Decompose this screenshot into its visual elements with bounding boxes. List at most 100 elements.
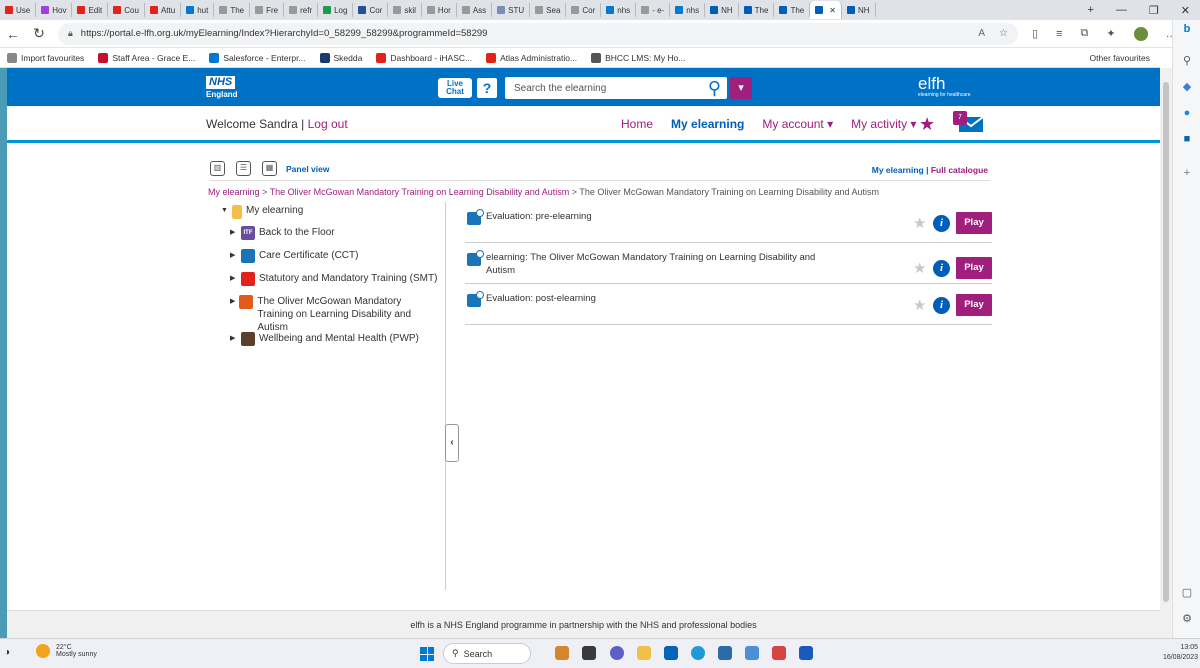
lock-icon[interactable]: 🔒︎ [68, 28, 73, 39]
expand-arrow-icon[interactable]: ▶ [230, 334, 237, 342]
full-catalogue-link[interactable]: Full catalogue [931, 165, 988, 175]
browser-tab[interactable]: Cor [566, 3, 602, 17]
messages-button[interactable]: 7 [951, 111, 985, 133]
play-button[interactable]: Play [956, 257, 992, 279]
info-icon[interactable]: i [933, 297, 950, 314]
sidebar-toggle-icon[interactable]: ▢ [1180, 586, 1194, 600]
tree-item[interactable]: ▶ The Oliver McGowan Mandatory Training o… [230, 295, 438, 334]
refresh-icon[interactable]: ↻ [26, 25, 52, 42]
browser-tab[interactable]: nhs [670, 3, 706, 17]
info-icon[interactable]: i [933, 215, 950, 232]
browser-tab[interactable]: Attu [145, 3, 182, 17]
my-elearning-link[interactable]: My elearning [872, 165, 924, 175]
browser-tab[interactable]: - e- [636, 3, 671, 17]
bing-icon[interactable]: b [1180, 22, 1194, 36]
tree-item[interactable]: ▶ Wellbeing and Mental Health (PWP) [230, 332, 438, 346]
tree-item[interactable]: ▶ ITF Back to the Floor [230, 226, 438, 240]
browser-tab[interactable]: skil [388, 3, 422, 17]
browser-tab[interactable]: Sea [530, 3, 567, 17]
help-button[interactable]: ? [477, 78, 497, 98]
app-icon-2[interactable] [772, 646, 786, 660]
play-button[interactable]: Play [956, 294, 992, 316]
extensions-icon[interactable]: ✦ [1106, 27, 1115, 40]
tree-item[interactable]: ▶ Care Certificate (CCT) [230, 249, 438, 263]
browser-tab[interactable]: NH [705, 3, 739, 17]
weather-widget[interactable]: 22°C Mostly sunny [36, 644, 97, 658]
tools-icon[interactable]: ● [1180, 106, 1194, 120]
logout-link[interactable]: Log out [308, 117, 348, 131]
bookmark-item[interactable]: Atlas Administratio... [479, 52, 584, 63]
browser-tab[interactable]: Fre [250, 3, 285, 17]
tree-root[interactable]: ▼ My elearning [221, 205, 303, 219]
collapse-panel-button[interactable]: ‹ [445, 424, 459, 462]
windows-start-icon[interactable] [420, 647, 434, 661]
nhs-england-logo[interactable]: NHS England [206, 76, 242, 100]
favourite-star-icon[interactable]: ★ [913, 214, 926, 232]
play-button[interactable]: Play [956, 212, 992, 234]
live-chat-button[interactable]: Live Chat [438, 78, 472, 98]
browser-tab[interactable]: Cor [353, 3, 389, 17]
word-app-icon[interactable] [799, 646, 813, 660]
expand-arrow-icon[interactable]: ▶ [230, 228, 237, 236]
search-icon[interactable]: ⚲ [708, 78, 721, 99]
outlook-app-icon[interactable] [664, 646, 678, 660]
favourite-star-icon[interactable]: ★ [913, 259, 926, 277]
info-icon[interactable]: i [933, 260, 950, 277]
nav-item-my-elearning[interactable]: My elearning [671, 117, 744, 131]
browser-tab[interactable]: The [214, 3, 251, 17]
browser-tab[interactable]: Log [318, 3, 354, 17]
close-tab-icon[interactable]: ✕ [829, 6, 836, 15]
browser-tab[interactable]: Hor [422, 3, 457, 17]
favourites-star-icon[interactable]: ★ [919, 114, 935, 135]
browser-tab[interactable]: Hov [36, 3, 73, 17]
url-field[interactable]: 🔒︎ https://portal.e-lfh.org.uk/myElearni… [58, 22, 1018, 45]
profile-avatar[interactable] [1133, 26, 1148, 41]
expand-arrow-icon[interactable]: ▶ [230, 251, 237, 259]
bookmark-item[interactable]: Skedda [313, 52, 370, 63]
expand-arrow-icon[interactable]: ▶ [230, 274, 237, 282]
bookmark-item[interactable]: BHCC LMS: My Ho... [584, 52, 692, 63]
favourite-star-icon[interactable]: ★ [913, 296, 926, 314]
browser-tab[interactable]: refr [284, 3, 319, 17]
breadcrumb-programme[interactable]: The Oliver McGowan Mandatory Training on… [270, 187, 570, 197]
browser-tab[interactable]: Use [0, 3, 37, 17]
collections-icon[interactable]: ⧉ [1080, 27, 1088, 40]
search-sidebar-icon[interactable]: ⚲ [1180, 54, 1194, 68]
nav-item-home[interactable]: Home [621, 117, 653, 131]
nav-item-my-account[interactable]: My account ▾ [762, 117, 833, 131]
close-window-icon[interactable]: ✕ [1181, 4, 1190, 17]
new-tab-icon[interactable]: + [1087, 4, 1093, 16]
browser-tab[interactable]: STU [492, 3, 531, 17]
chat-app-icon[interactable] [610, 646, 624, 660]
restore-icon[interactable]: ❐ [1149, 4, 1159, 17]
panel-layout-icon[interactable]: ▥ [210, 161, 225, 176]
browser-tab[interactable]: Edit [72, 3, 109, 17]
list-view-icon[interactable]: ☰ [236, 161, 251, 176]
bookmark-item[interactable]: Salesforce - Enterpr... [202, 52, 312, 63]
shopping-icon[interactable]: ◆ [1180, 80, 1194, 94]
back-icon[interactable]: ← [0, 26, 26, 42]
task-view-icon[interactable] [582, 646, 596, 660]
panel-view-label[interactable]: Panel view [286, 164, 329, 174]
add-sidebar-icon[interactable]: + [1180, 166, 1194, 180]
bookmark-item[interactable]: Staff Area - Grace E... [91, 52, 202, 63]
browser-tab[interactable]: NH [842, 3, 876, 17]
favourite-star-icon[interactable]: ☆ [999, 28, 1008, 39]
system-clock[interactable]: 13:05 16/08/2023 [1163, 643, 1198, 663]
browser-tab[interactable]: The [739, 3, 775, 17]
breadcrumb-my-elearning[interactable]: My elearning [208, 187, 260, 197]
camera-app-icon[interactable] [555, 646, 569, 660]
browser-tab[interactable]: The [774, 3, 811, 17]
page-scrollbar[interactable] [1160, 68, 1172, 638]
browser-tab[interactable]: hut [181, 3, 215, 17]
tree-item[interactable]: ▶ Statutory and Mandatory Training (SMT) [230, 272, 438, 286]
split-screen-icon[interactable]: ▯ [1032, 27, 1038, 40]
store-app-icon[interactable] [718, 646, 732, 660]
outlook-icon[interactable]: ■ [1180, 132, 1194, 146]
file-explorer-icon[interactable] [637, 646, 651, 660]
expand-arrow-icon[interactable]: ▶ [230, 297, 235, 305]
grid-view-icon[interactable]: ▦ [262, 161, 277, 176]
bookmark-item[interactable]: Dashboard - iHASC... [369, 52, 479, 63]
search-options-dropdown[interactable]: ▾ [730, 77, 752, 99]
taskbar-search[interactable]: ⚲ Search [443, 643, 531, 664]
